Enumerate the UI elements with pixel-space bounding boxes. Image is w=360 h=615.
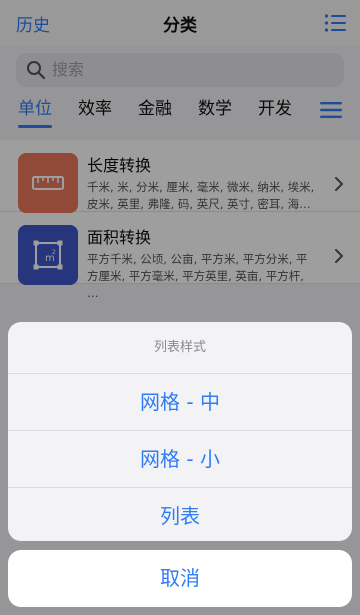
grid-small-option[interactable]: 网格 - 小 xyxy=(8,431,352,488)
list-option[interactable]: 列表 xyxy=(8,488,352,541)
action-sheet: 列表样式 网格 - 中 网格 - 小 列表 xyxy=(8,322,352,541)
grid-medium-option[interactable]: 网格 - 中 xyxy=(8,374,352,431)
cancel-button[interactable]: 取消 xyxy=(8,550,352,607)
action-sheet-title: 列表样式 xyxy=(8,322,352,374)
